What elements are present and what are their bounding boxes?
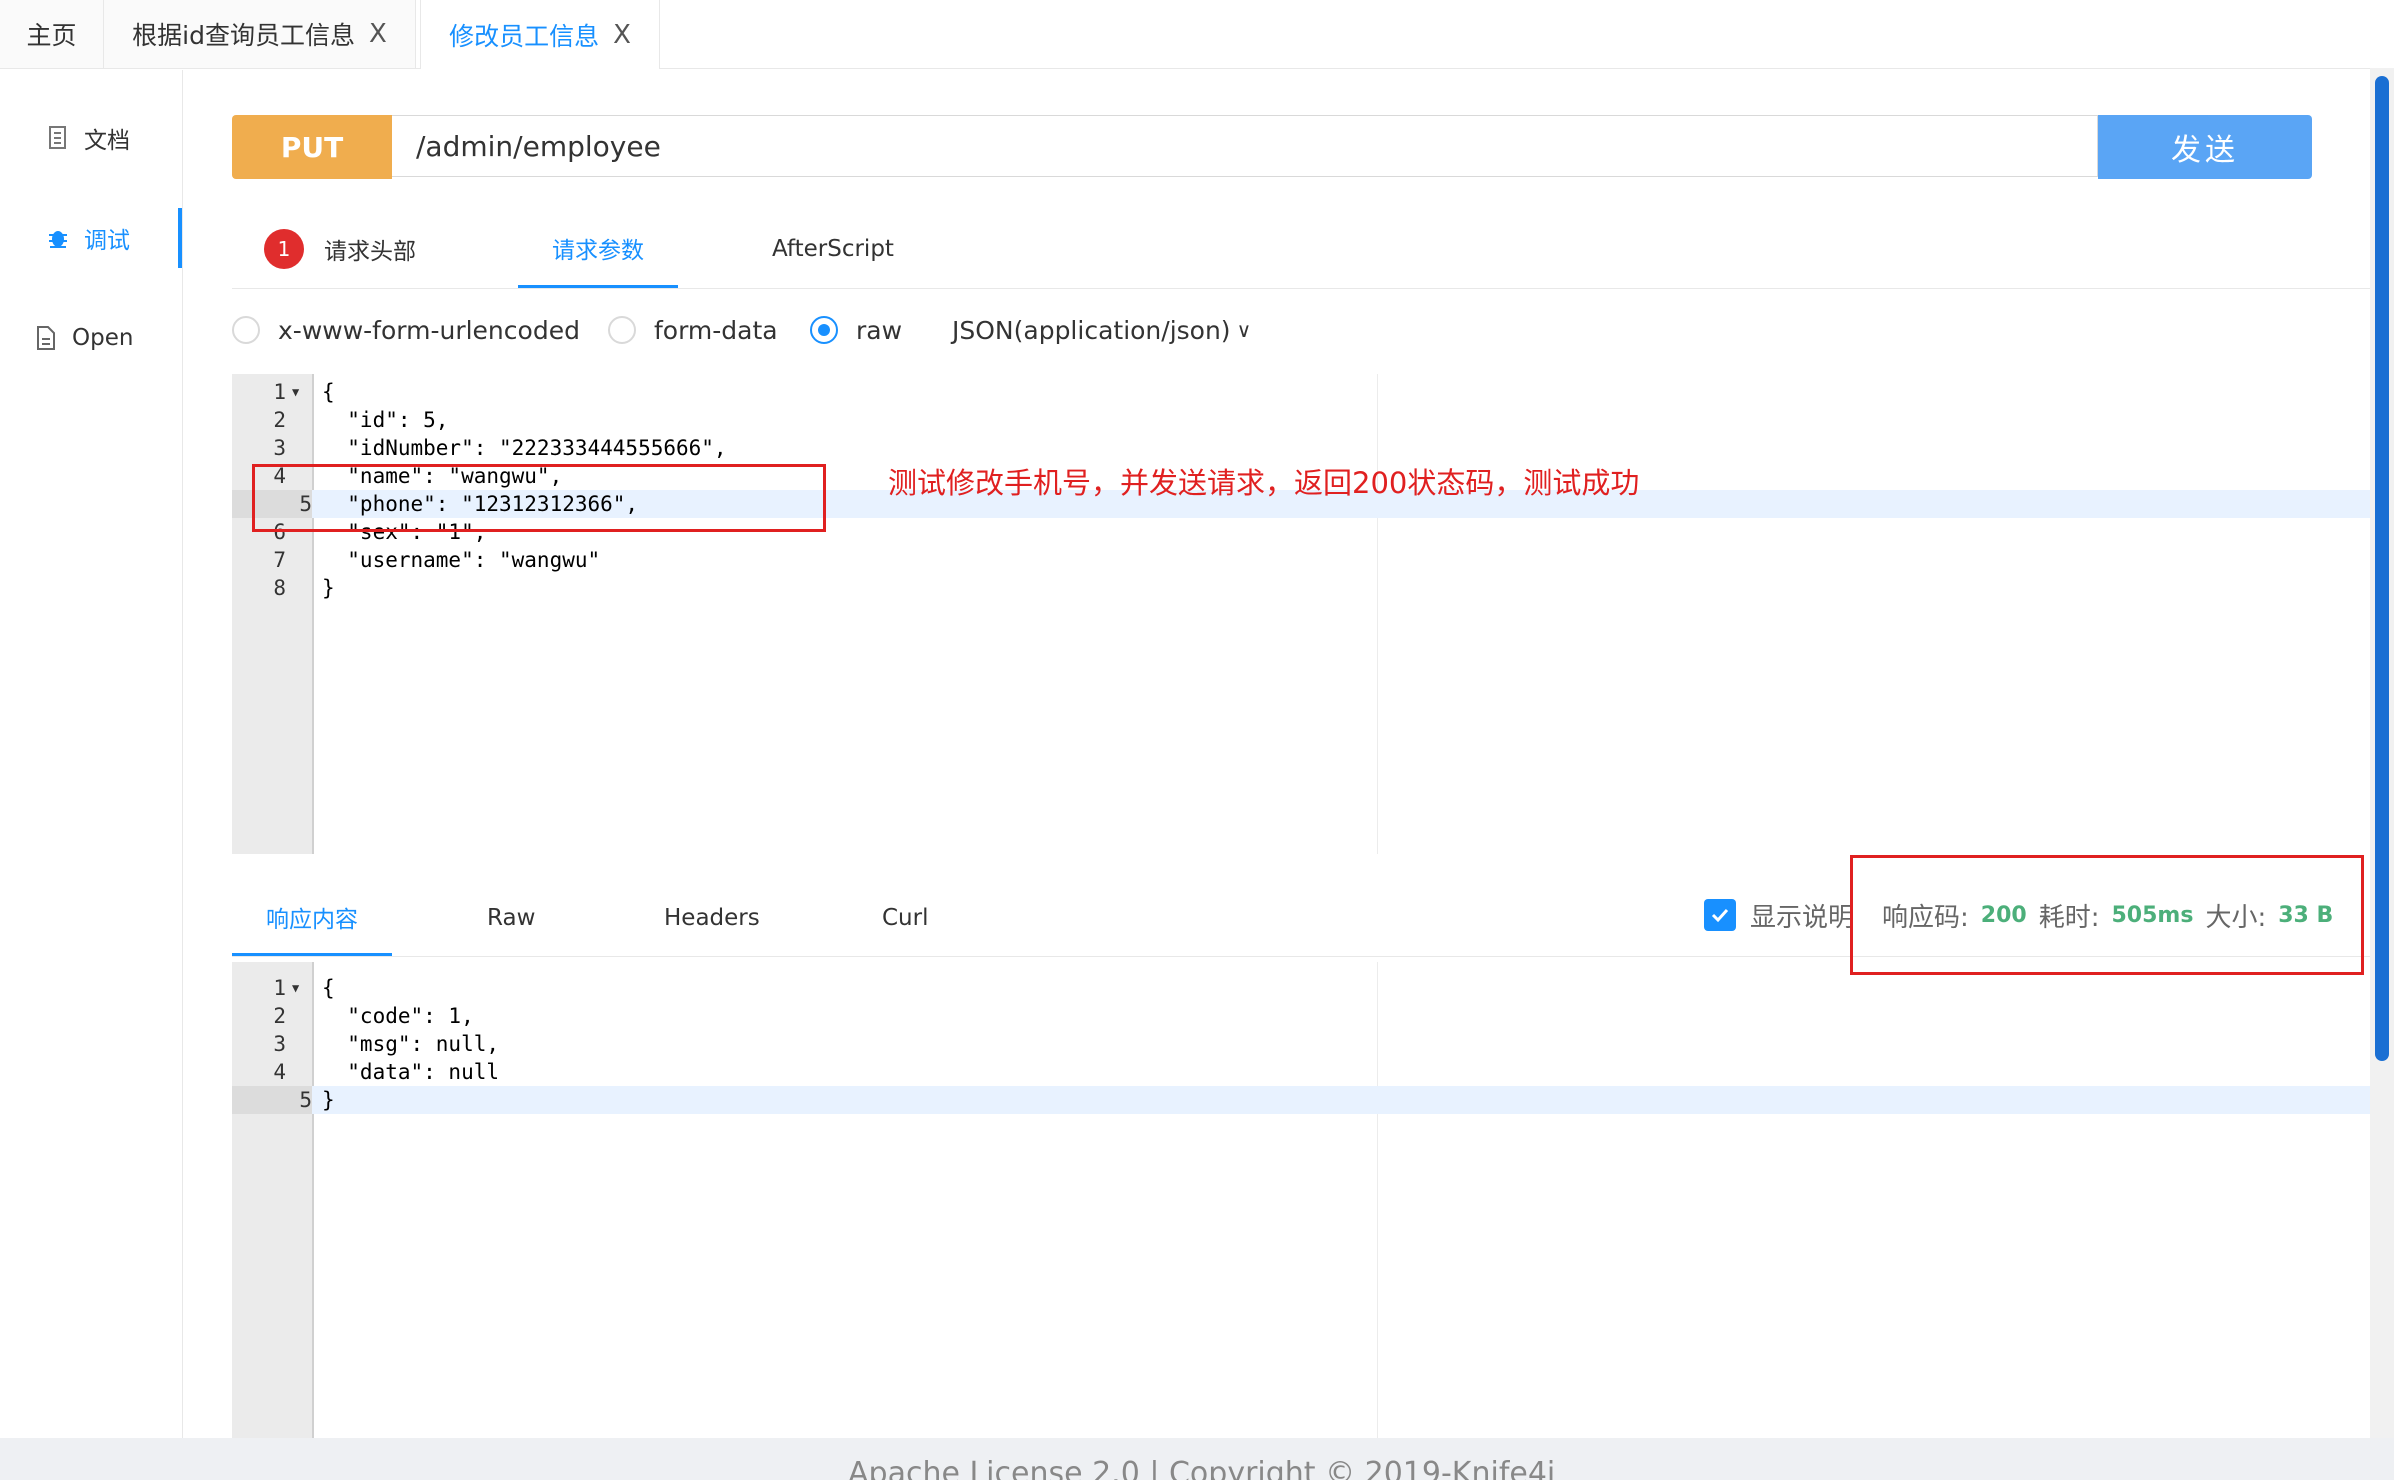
tab-response-headers-label: Headers xyxy=(664,905,760,931)
code-text: { xyxy=(322,380,335,404)
check-icon xyxy=(1711,908,1729,923)
tab-response-curl[interactable]: Curl xyxy=(882,880,928,956)
send-button[interactable]: 发送 xyxy=(2098,115,2312,179)
tab-response-curl-label: Curl xyxy=(882,905,929,931)
tab-query-label: 根据id查询员工信息 xyxy=(132,21,355,50)
bug-icon xyxy=(49,231,67,248)
radio-raw-label: raw xyxy=(856,315,903,345)
headers-count-badge: 1 xyxy=(264,229,304,269)
sidebar-item-label: 调试 xyxy=(84,228,130,254)
code-line: 3 "msg": null, xyxy=(273,1032,500,1056)
code-line-active: 5} xyxy=(232,1086,2370,1114)
radio-form-data[interactable]: form-data xyxy=(608,310,778,350)
page-scrollbar[interactable] xyxy=(2370,68,2394,1440)
request-url-bar: PUT 发送 xyxy=(232,115,2312,179)
code-line: 7 "username": "wangwu" xyxy=(273,548,601,572)
sidebar-item-label: 文档 xyxy=(84,128,130,154)
footer: Apache License 2.0 | Copyright © 2019-Kn… xyxy=(0,1438,2394,1480)
tab-response-headers[interactable]: Headers xyxy=(664,880,760,956)
request-body-editor[interactable]: 1 ▼{ 2 "id": 5, 3 "idNumber": "2223334445… xyxy=(232,374,2370,854)
radio-raw[interactable]: raw xyxy=(810,310,902,350)
body-type-options: x-www-form-urlencoded form-data raw JSON… xyxy=(232,310,1432,350)
document-icon xyxy=(49,126,66,149)
code-text: "msg": null, xyxy=(322,1032,500,1056)
code-line: 8} xyxy=(273,576,335,600)
footer-text: Apache License 2.0 | Copyright © 2019-Kn… xyxy=(848,1456,1556,1480)
tab-edit-label: 修改员工信息 xyxy=(449,21,600,51)
tab-request-headers[interactable]: 1 请求头部 xyxy=(264,210,416,288)
code-line: 1 ▼{ xyxy=(273,380,335,404)
code-text: } xyxy=(322,1088,335,1112)
tab-request-params-label: 请求参数 xyxy=(552,237,644,264)
radio-circle[interactable] xyxy=(232,316,260,344)
tab-home[interactable]: 主页 xyxy=(0,0,104,68)
radio-urlencoded-label: x-www-form-urlencoded xyxy=(278,315,580,345)
tab-afterscript-label: AfterScript xyxy=(772,236,894,262)
scrollbar-thumb[interactable] xyxy=(2375,76,2389,1061)
show-desc-label: 显示说明 xyxy=(1750,902,1855,933)
code-text: "username": "wangwu" xyxy=(322,548,601,572)
response-body-editor[interactable]: 1 ▼{ 2 "code": 1, 3 "msg": null, 4 "data"… xyxy=(232,962,2370,1440)
chevron-down-icon: ∨ xyxy=(1236,318,1252,342)
sidebar-item-docs[interactable]: 文档 xyxy=(0,108,182,168)
http-method-badge: PUT xyxy=(232,115,392,179)
content-type-select[interactable]: JSON(application/json) ∨ xyxy=(952,310,1251,350)
tab-edit-employee[interactable]: 修改员工信息 X xyxy=(420,0,660,69)
code-text: "data": null xyxy=(322,1060,500,1084)
tab-bar: 主页 根据id查询员工信息 X 修改员工信息 X xyxy=(0,0,2370,69)
content-type-value: JSON(application/json) xyxy=(952,315,1231,345)
request-tabs: 1 请求头部 请求参数 AfterScript xyxy=(232,210,2370,289)
sidebar-item-debug[interactable]: 调试 xyxy=(0,208,182,268)
close-icon[interactable]: X xyxy=(613,20,631,50)
sidebar-item-open[interactable]: Open xyxy=(0,308,182,368)
radio-circle[interactable] xyxy=(608,316,636,344)
code-line: 3 "idNumber": "222333444555666", xyxy=(273,436,727,460)
code-text: { xyxy=(322,976,335,1000)
code-text: } xyxy=(322,576,335,600)
sidebar-item-label: Open xyxy=(72,325,134,351)
code-text: "code": 1, xyxy=(322,1004,474,1028)
tab-response-content[interactable]: 响应内容 xyxy=(232,880,392,956)
close-icon[interactable]: X xyxy=(369,19,387,49)
annotation-text: 测试修改手机号，并发送请求，返回200状态码，测试成功 xyxy=(888,466,1640,500)
show-desc-checkbox[interactable] xyxy=(1704,899,1736,931)
file-icon xyxy=(37,326,55,350)
radio-urlencoded[interactable]: x-www-form-urlencoded xyxy=(232,310,580,350)
tab-response-raw-label: Raw xyxy=(487,905,536,931)
annotation-box-phone xyxy=(252,464,826,532)
sidebar: 文档 调试 Open xyxy=(0,70,183,1440)
annotation-box-status xyxy=(1850,855,2364,975)
code-line: 2 "code": 1, xyxy=(273,1004,474,1028)
tab-response-content-label: 响应内容 xyxy=(266,906,358,933)
url-input[interactable] xyxy=(392,115,2098,177)
tab-response-raw[interactable]: Raw xyxy=(487,880,535,956)
code-text: "id": 5, xyxy=(322,408,449,432)
code-line: 2 "id": 5, xyxy=(273,408,449,432)
tab-home-label: 主页 xyxy=(26,21,77,50)
tab-afterscript[interactable]: AfterScript xyxy=(772,210,894,288)
radio-circle-selected[interactable] xyxy=(810,316,838,344)
code-text: "idNumber": "222333444555666", xyxy=(322,436,727,460)
tab-request-params[interactable]: 请求参数 xyxy=(518,210,678,288)
tab-request-headers-label: 请求头部 xyxy=(324,239,416,265)
code-line: 1 ▼{ xyxy=(273,976,335,1000)
radio-form-data-label: form-data xyxy=(654,315,778,345)
code-line: 4 "data": null xyxy=(273,1060,500,1084)
tab-query-employee[interactable]: 根据id查询员工信息 X xyxy=(104,0,416,68)
